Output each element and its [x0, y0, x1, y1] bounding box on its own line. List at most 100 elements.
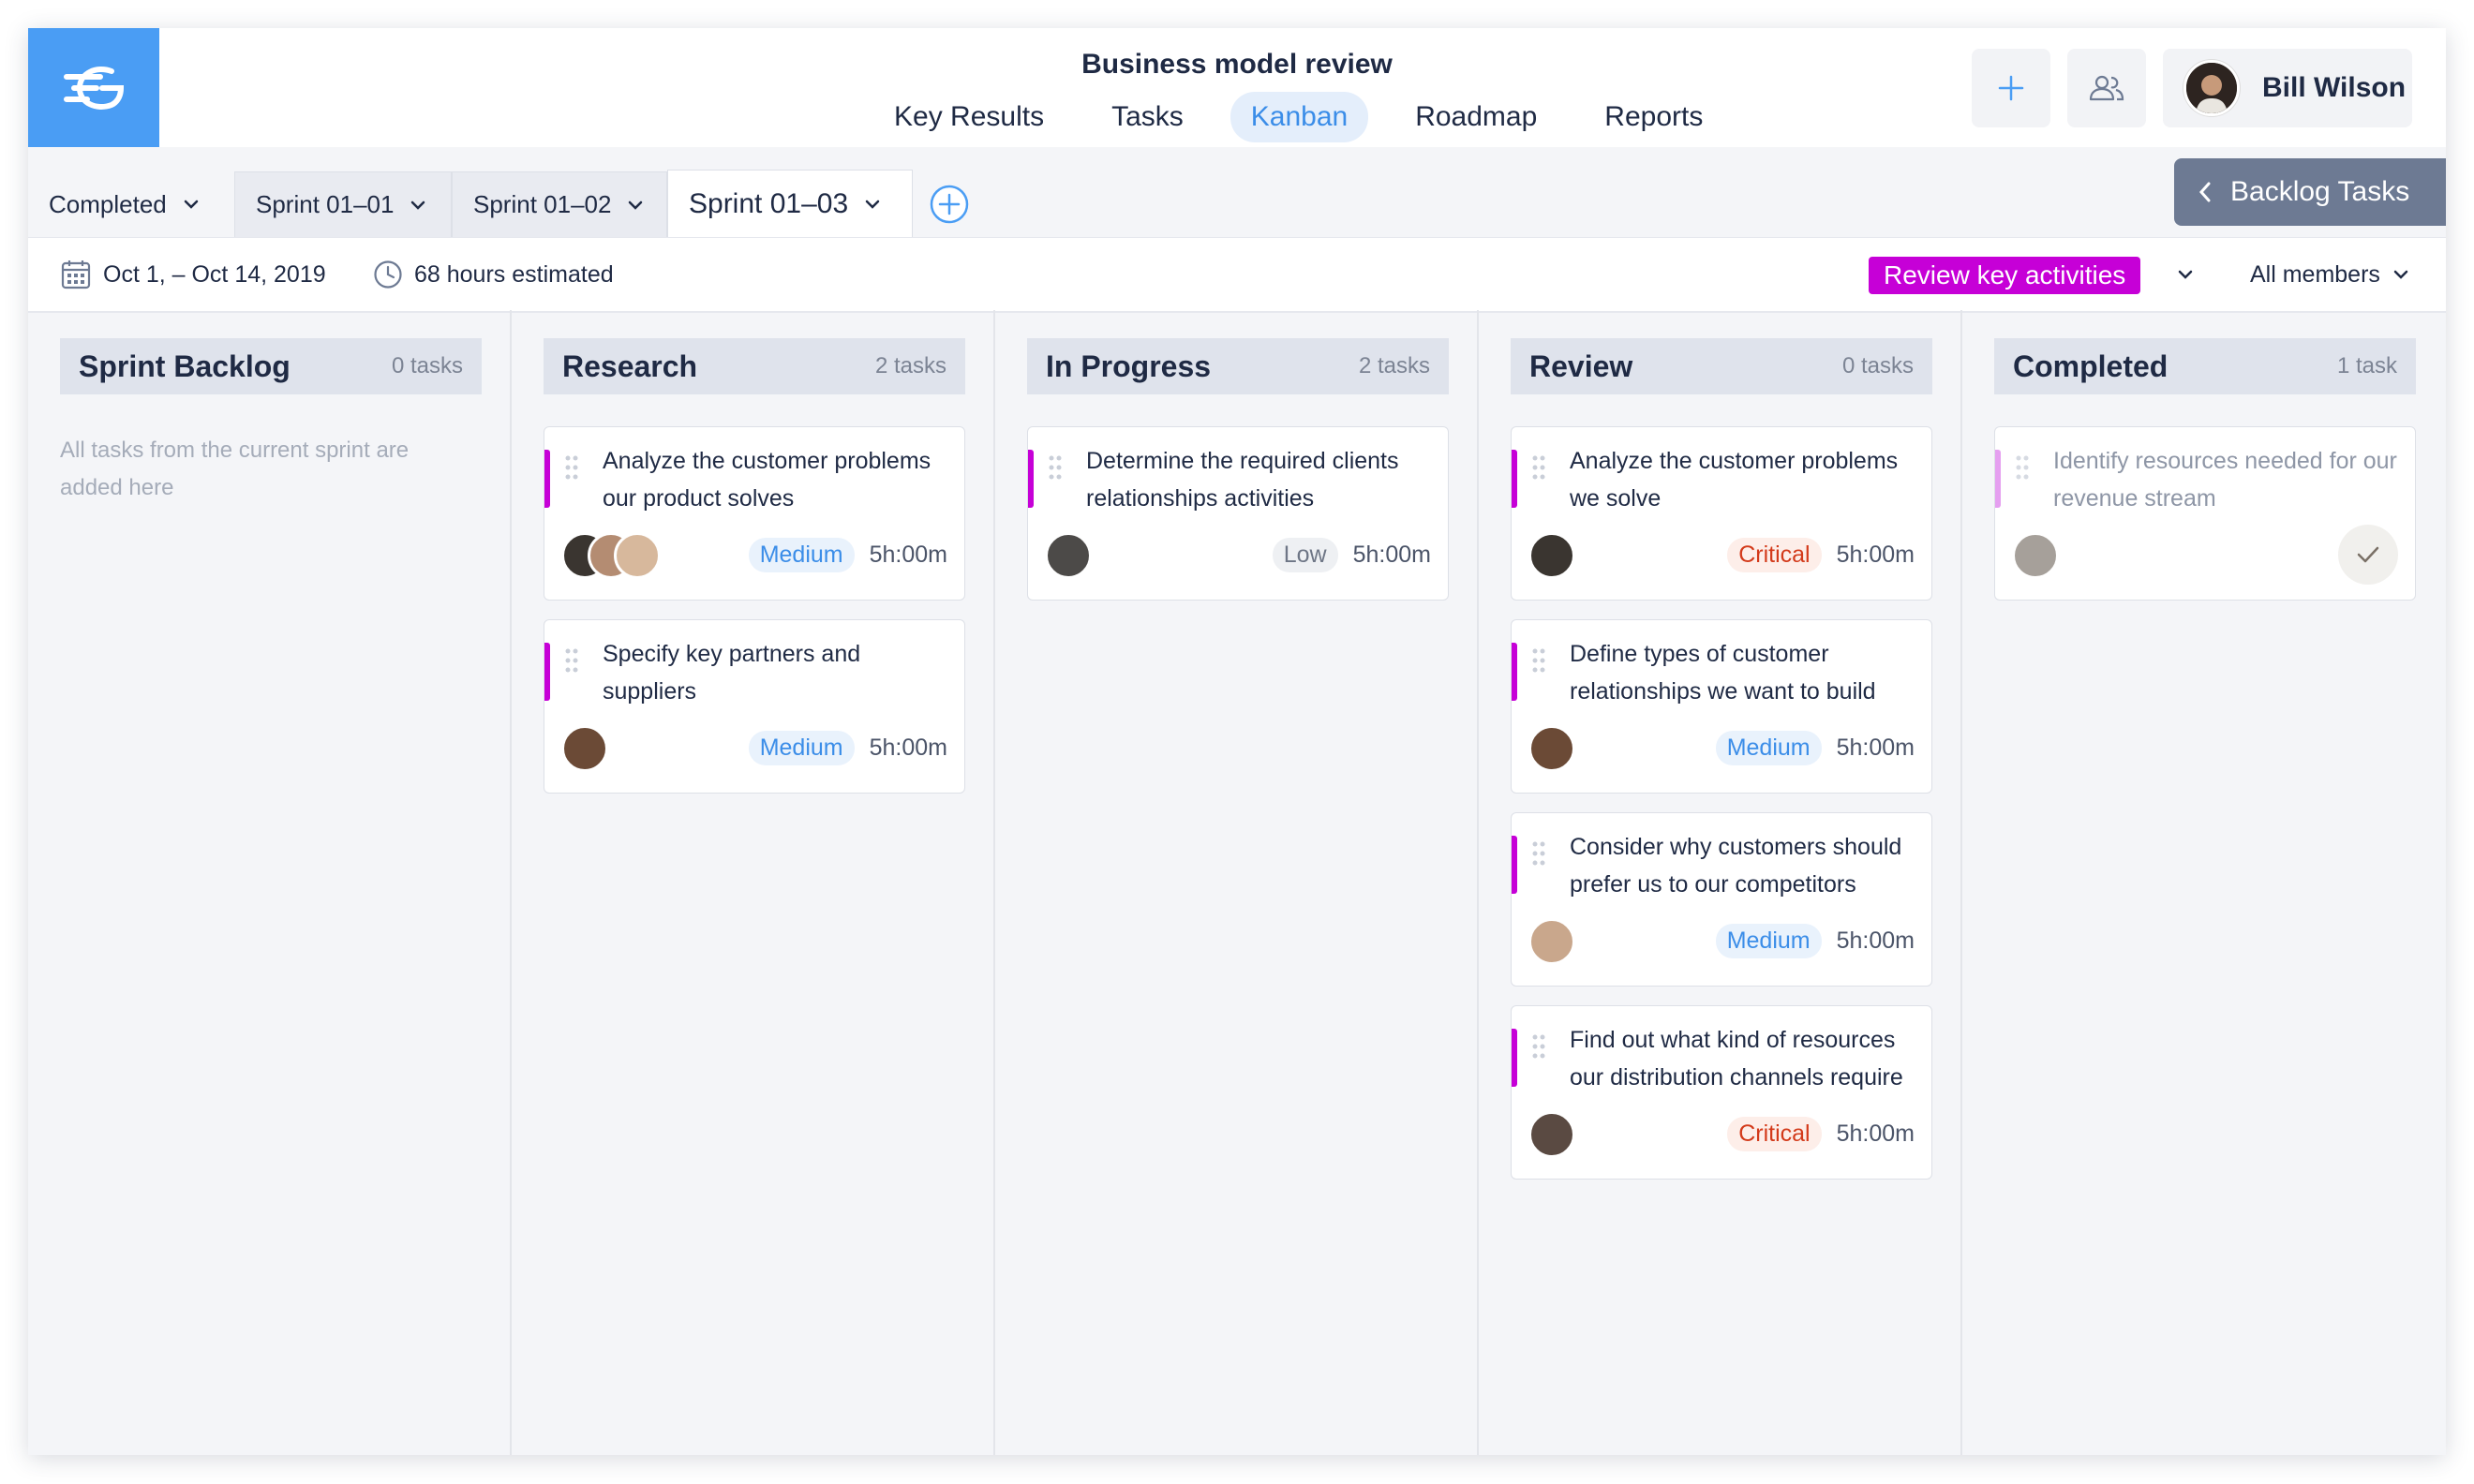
grip-icon[interactable] — [1532, 648, 1545, 673]
task-duration: 5h:00m — [1836, 928, 1915, 954]
column-review: Review 0 tasks Analyze the customer prob… — [1479, 310, 1962, 1455]
column-title: In Progress — [1046, 349, 1212, 383]
priority-badge: Medium — [1715, 924, 1822, 958]
backlog-tasks-button[interactable]: Backlog Tasks — [2174, 158, 2446, 226]
task-card[interactable]: Find out what kind of resources our dist… — [1511, 1005, 1932, 1180]
tag-color-bar — [1512, 643, 1517, 701]
empty-column-message: All tasks from the current sprint are ad… — [60, 438, 410, 500]
column-title: Research — [562, 349, 698, 383]
add-sprint-icon[interactable] — [930, 185, 969, 224]
tag-filter[interactable]: Review key activities — [1869, 257, 2141, 294]
avatar[interactable] — [1528, 725, 1575, 772]
avatar[interactable] — [1528, 1111, 1575, 1158]
task-duration: 5h:00m — [1836, 735, 1915, 761]
task-card[interactable]: Identify resources needed for our revenu… — [1994, 426, 2416, 601]
column-completed: Completed 1 task Identify resources need… — [1962, 310, 2446, 1455]
sprint-tab-01-03[interactable]: Sprint 01–03 — [667, 170, 913, 237]
nav-roadmap[interactable]: Roadmap — [1394, 92, 1557, 142]
sprint-tab-01-02[interactable]: Sprint 01–02 — [452, 171, 667, 237]
avatar[interactable] — [1528, 532, 1575, 579]
column-header: Research 2 tasks — [544, 338, 965, 394]
assignee-avatars — [1528, 532, 1575, 579]
column-header: In Progress 2 tasks — [1027, 338, 1449, 394]
sprint-bar: Completed Sprint 01–01 Sprint 01–02 Spri… — [28, 147, 2446, 237]
completed-check-button[interactable] — [2338, 525, 2398, 585]
hours-text: 68 hours estimated — [414, 260, 614, 288]
priority-badge: Medium — [748, 538, 855, 572]
task-title: Consider why customers should prefer us … — [1570, 834, 1902, 898]
column-count: 1 task — [2336, 353, 2397, 378]
logo-icon[interactable] — [28, 28, 159, 147]
sprint-tab-completed[interactable]: Completed — [28, 171, 234, 237]
hours-estimate: 68 hours estimated — [373, 238, 614, 311]
task-card[interactable]: Analyze the customer problems our produc… — [544, 426, 965, 601]
avatar[interactable] — [1045, 532, 1092, 579]
avatar[interactable] — [614, 532, 661, 579]
task-title: Determine the required clients relations… — [1086, 448, 1399, 512]
priority-badge: Medium — [748, 731, 855, 765]
user-name: Bill Wilson — [2262, 72, 2407, 103]
sprint-info-bar: Oct 1, – Oct 14, 2019 68 hours estimated… — [28, 237, 2446, 313]
task-meta: Low 5h:00m — [1272, 538, 1431, 572]
task-duration: 5h:00m — [1836, 542, 1915, 568]
tag-color-bar — [1512, 836, 1517, 894]
task-meta: Medium 5h:00m — [1715, 731, 1915, 765]
nav-kanban[interactable]: Kanban — [1230, 92, 1369, 142]
task-meta: Critical 5h:00m — [1727, 538, 1915, 572]
column-in-progress: In Progress 2 tasks Determine the requir… — [995, 310, 1479, 1455]
task-title: Identify resources needed for our revenu… — [2053, 448, 2397, 512]
grip-icon[interactable] — [1049, 455, 1062, 480]
task-duration: 5h:00m — [869, 735, 947, 761]
column-header: Completed 1 task — [1994, 338, 2416, 394]
task-card[interactable]: Specify key partners and suppliers Mediu… — [544, 619, 965, 794]
sprint-tab-label: Sprint 01–03 — [689, 187, 849, 219]
column-count: 0 tasks — [391, 353, 463, 378]
task-card[interactable]: Consider why customers should prefer us … — [1511, 812, 1932, 987]
app-window: Business model review Key Results Tasks … — [28, 28, 2446, 1455]
add-button[interactable] — [1972, 49, 2050, 127]
chevron-down-icon — [184, 200, 198, 209]
tag-color-bar — [544, 450, 550, 508]
members-filter-label: All members — [2250, 260, 2380, 288]
date-range-text: Oct 1, – Oct 14, 2019 — [103, 260, 326, 288]
task-title: Analyze the customer problems we solve — [1570, 448, 1899, 512]
column-title: Review — [1529, 349, 1633, 383]
nav-reports[interactable]: Reports — [1584, 92, 1723, 142]
tag-color-bar — [544, 643, 550, 701]
chevron-down-icon — [2393, 270, 2408, 279]
grip-icon[interactable] — [565, 648, 578, 673]
priority-badge: Critical — [1727, 1117, 1822, 1151]
calendar-icon — [61, 260, 91, 289]
task-card[interactable]: Determine the required clients relations… — [1027, 426, 1449, 601]
grip-icon[interactable] — [1532, 1034, 1545, 1059]
task-card[interactable]: Define types of customer relationships w… — [1511, 619, 1932, 794]
main-nav: Key Results Tasks Kanban Roadmap Reports — [860, 92, 1736, 142]
column-header: Sprint Backlog 0 tasks — [60, 338, 482, 394]
nav-tasks[interactable]: Tasks — [1091, 92, 1204, 142]
grip-icon[interactable] — [1532, 455, 1545, 480]
priority-badge: Low — [1272, 538, 1338, 572]
check-icon — [2357, 546, 2379, 563]
nav-key-results[interactable]: Key Results — [873, 92, 1065, 142]
task-title: Analyze the customer problems our produc… — [603, 448, 931, 512]
grip-icon[interactable] — [2016, 455, 2029, 480]
team-button[interactable] — [2067, 49, 2146, 127]
top-bar: Business model review Key Results Tasks … — [28, 28, 2446, 149]
chevron-down-icon[interactable] — [2178, 270, 2193, 279]
task-card[interactable]: Analyze the customer problems we solve C… — [1511, 426, 1932, 601]
members-filter[interactable]: All members — [2250, 238, 2408, 311]
assignee-avatars — [1528, 918, 1575, 965]
avatar — [2183, 60, 2240, 116]
user-menu[interactable]: Bill Wilson — [2163, 49, 2412, 127]
grip-icon[interactable] — [1532, 841, 1545, 866]
grip-icon[interactable] — [565, 455, 578, 480]
avatar[interactable] — [2012, 532, 2059, 579]
column-count: 2 tasks — [1358, 353, 1430, 378]
backlog-tasks-label: Backlog Tasks — [2230, 176, 2410, 207]
sprint-tab-01-01[interactable]: Sprint 01–01 — [234, 171, 452, 237]
avatar[interactable] — [561, 725, 608, 772]
sprint-tab-label: Completed — [49, 189, 167, 218]
assignee-avatars — [1528, 1111, 1575, 1158]
column-research: Research 2 tasks Analyze the customer pr… — [512, 310, 995, 1455]
avatar[interactable] — [1528, 918, 1575, 965]
